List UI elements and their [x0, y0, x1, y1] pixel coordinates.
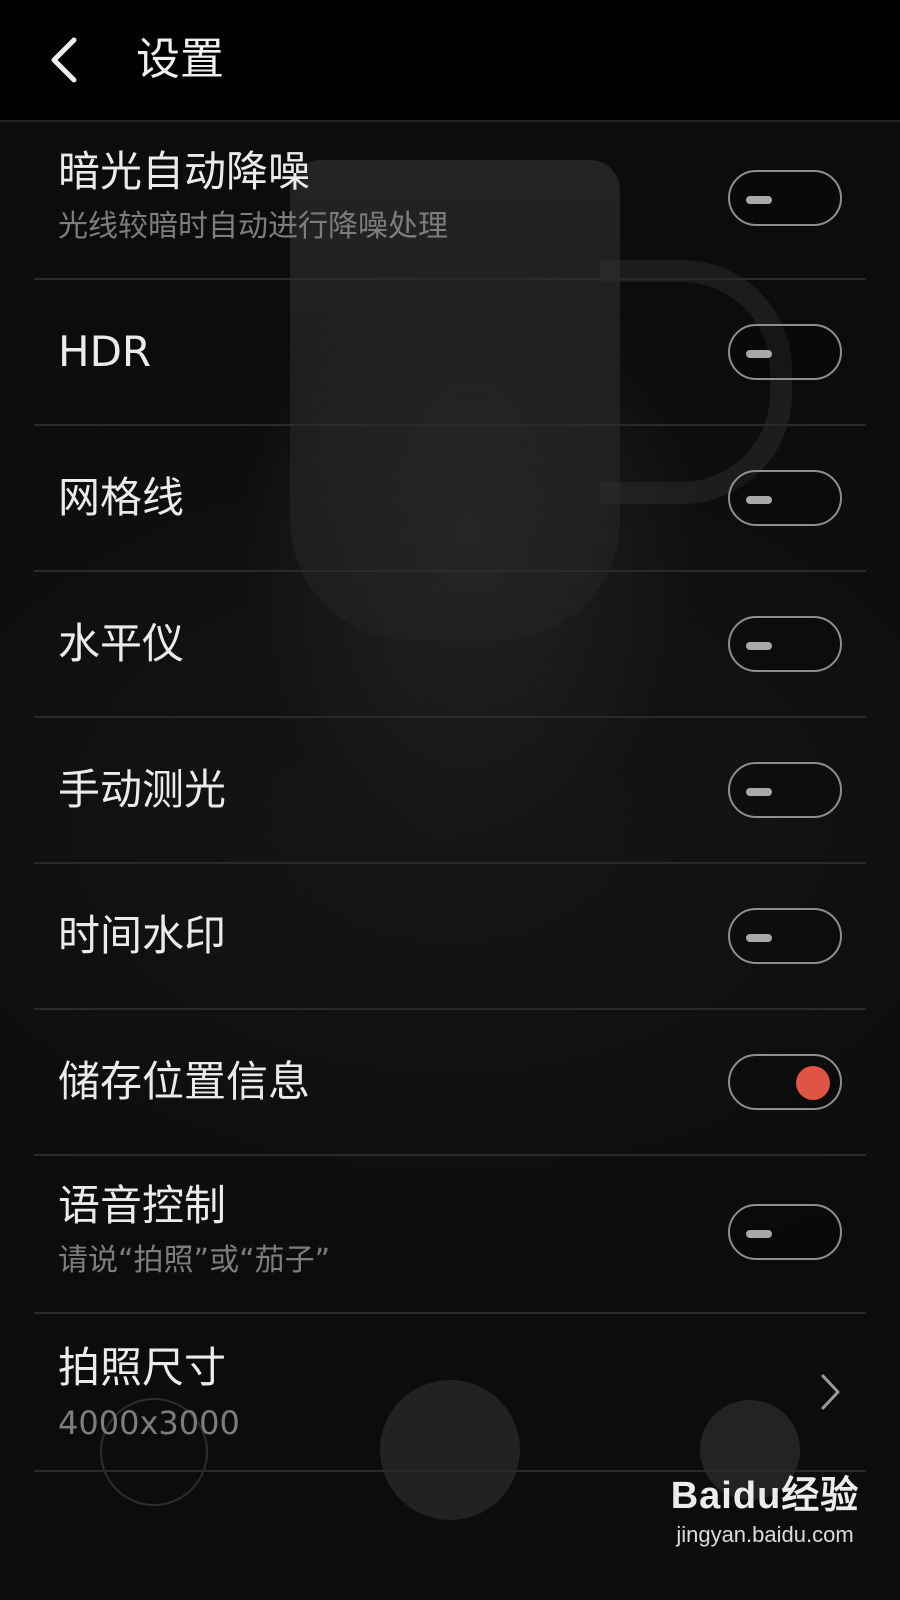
toggle-off-indicator	[746, 788, 772, 796]
hdr-toggle[interactable]	[728, 324, 842, 380]
setting-row-grid-lines[interactable]: 网格线	[34, 426, 866, 572]
setting-label: 拍照尺寸	[58, 1343, 227, 1392]
setting-label: 水平仪	[58, 619, 185, 668]
voice-control-toggle[interactable]	[728, 1204, 842, 1260]
setting-sublabel: 请说“拍照”或“茄子”	[58, 1243, 331, 1278]
setting-label: 时间水印	[58, 911, 227, 960]
manual-metering-toggle[interactable]	[728, 762, 842, 818]
setting-label: 暗光自动降噪	[58, 147, 311, 196]
toggle-off-indicator	[746, 350, 772, 358]
page-title: 设置	[136, 34, 224, 85]
setting-sublabel: 光线较暗时自动进行降噪处理	[58, 209, 448, 244]
setting-row-voice-control[interactable]: 语音控制 请说“拍照”或“茄子”	[34, 1156, 866, 1314]
setting-row-time-watermark[interactable]: 时间水印	[34, 864, 866, 1010]
setting-label: 手动测光	[58, 765, 227, 814]
low-light-denoise-toggle[interactable]	[728, 170, 842, 226]
chevron-left-icon	[51, 37, 77, 83]
watermark-logo: Baidu经验	[670, 1475, 860, 1517]
settings-list: 暗光自动降噪 光线较暗时自动进行降噪处理 HDR 网格线 水平仪 手动测光 时间…	[0, 122, 900, 1472]
toggle-off-indicator	[746, 642, 772, 650]
time-watermark-toggle[interactable]	[728, 908, 842, 964]
toggle-off-indicator	[746, 196, 772, 204]
setting-row-hdr[interactable]: HDR	[34, 280, 866, 426]
toggle-on-indicator	[796, 1066, 830, 1100]
setting-label: HDR	[58, 327, 152, 376]
setting-sublabel: 4000x3000	[58, 1404, 240, 1442]
setting-row-manual-metering[interactable]: 手动测光	[34, 718, 866, 864]
setting-label: 储存位置信息	[58, 1057, 311, 1106]
toggle-off-indicator	[746, 934, 772, 942]
toggle-off-indicator	[746, 496, 772, 504]
save-location-toggle[interactable]	[728, 1054, 842, 1110]
setting-label: 语音控制	[58, 1181, 227, 1230]
setting-row-save-location[interactable]: 储存位置信息	[34, 1010, 866, 1156]
setting-label: 网格线	[58, 473, 185, 522]
setting-row-low-light-denoise[interactable]: 暗光自动降噪 光线较暗时自动进行降噪处理	[34, 122, 866, 280]
header-bar: 设置	[0, 0, 900, 122]
level-toggle[interactable]	[728, 616, 842, 672]
chevron-right-icon	[818, 1372, 842, 1412]
toggle-off-indicator	[746, 1230, 772, 1238]
baidu-jingyan-watermark: Baidu经验 jingyan.baidu.com	[670, 1470, 860, 1580]
setting-row-level[interactable]: 水平仪	[34, 572, 866, 718]
grid-lines-toggle[interactable]	[728, 470, 842, 526]
back-button[interactable]	[40, 28, 100, 92]
setting-row-photo-size[interactable]: 拍照尺寸 4000x3000	[34, 1314, 866, 1472]
watermark-url: jingyan.baidu.com	[676, 1522, 854, 1547]
